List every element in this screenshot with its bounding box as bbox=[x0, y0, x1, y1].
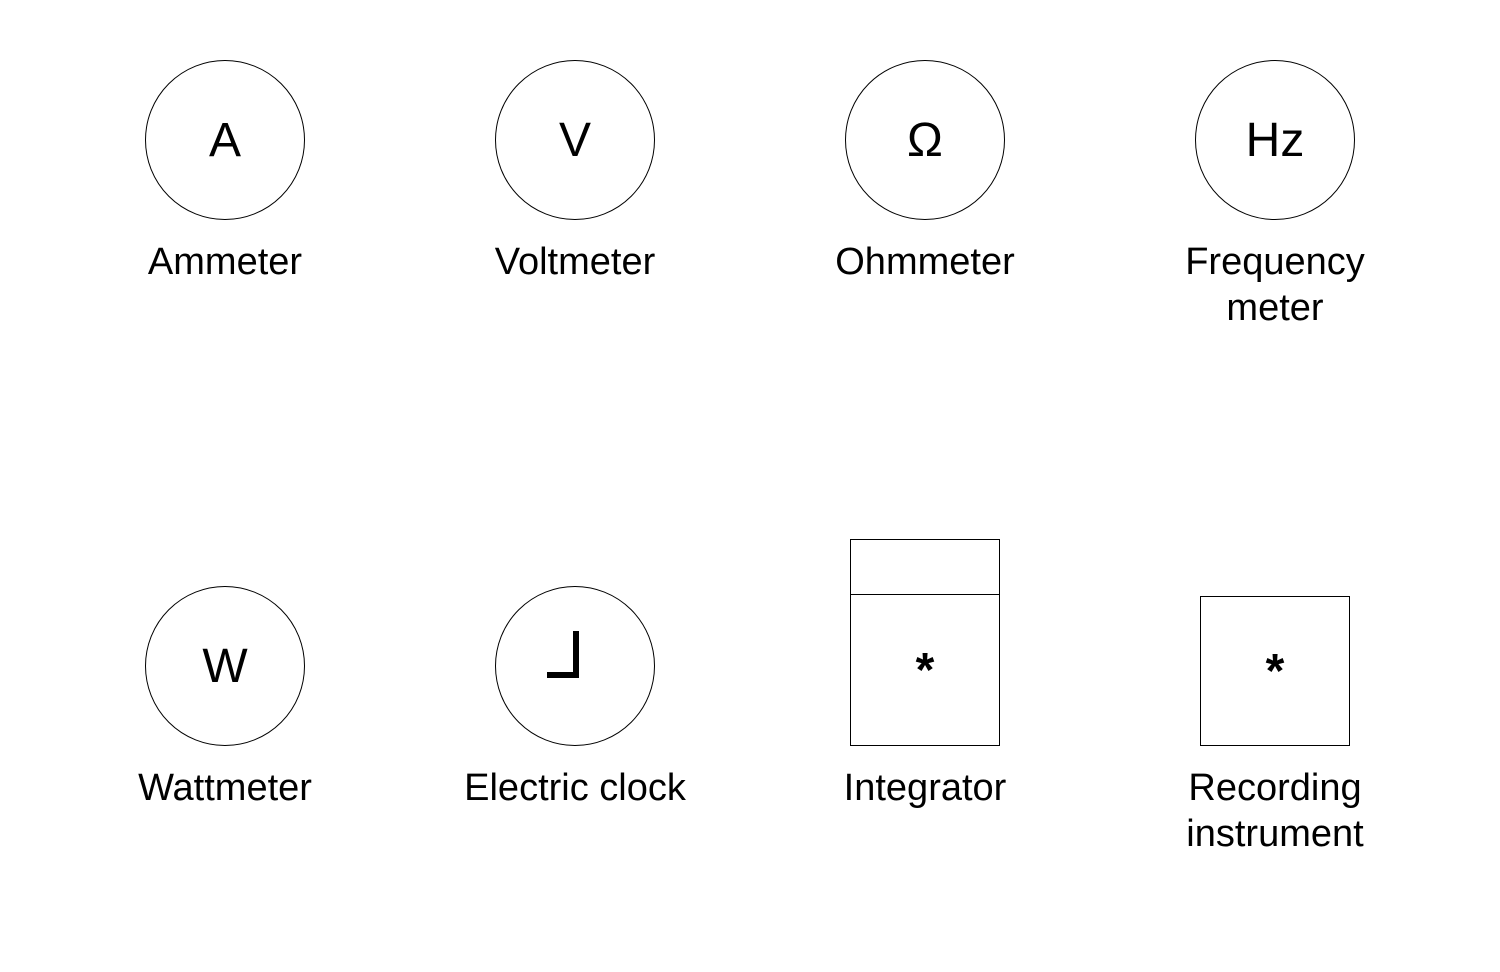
instrument-grid: A Ammeter V Voltmeter Ω Ohmmeter Hz Freq… bbox=[50, 10, 1450, 962]
integrator-top-compartment bbox=[851, 540, 999, 595]
electric-clock-label: Electric clock bbox=[464, 766, 686, 812]
voltmeter-symbol-area: V bbox=[495, 10, 655, 220]
wattmeter-cell: W Wattmeter bbox=[50, 536, 400, 962]
clock-hands-icon bbox=[540, 631, 610, 701]
ohmmeter-symbol-area: Ω bbox=[845, 10, 1005, 220]
ohmmeter-cell: Ω Ohmmeter bbox=[750, 10, 1100, 436]
frequency-meter-circle-icon: Hz bbox=[1195, 60, 1355, 220]
frequency-meter-symbol-area: Hz bbox=[1195, 10, 1355, 220]
integrator-symbol-text: * bbox=[851, 595, 999, 745]
clock-hand-horizontal bbox=[547, 672, 579, 678]
wattmeter-symbol-area: W bbox=[145, 536, 305, 746]
ammeter-symbol-area: A bbox=[145, 10, 305, 220]
ammeter-label: Ammeter bbox=[148, 240, 302, 286]
ammeter-symbol-text: A bbox=[209, 113, 241, 168]
ohmmeter-symbol-text: Ω bbox=[907, 113, 943, 168]
ohmmeter-label: Ohmmeter bbox=[835, 240, 1014, 286]
recording-instrument-symbol-area: * bbox=[1200, 536, 1350, 746]
voltmeter-circle-icon: V bbox=[495, 60, 655, 220]
electric-clock-circle-icon bbox=[495, 586, 655, 746]
integrator-box-icon: * bbox=[850, 539, 1000, 746]
integrator-cell: * Integrator bbox=[750, 536, 1100, 962]
wattmeter-circle-icon: W bbox=[145, 586, 305, 746]
voltmeter-label: Voltmeter bbox=[495, 240, 656, 286]
ammeter-circle-icon: A bbox=[145, 60, 305, 220]
frequency-meter-label: Frequency meter bbox=[1135, 240, 1415, 331]
electric-clock-cell: Electric clock bbox=[400, 536, 750, 962]
clock-hand-vertical bbox=[573, 631, 579, 673]
integrator-symbol-area: * bbox=[850, 536, 1000, 746]
ammeter-cell: A Ammeter bbox=[50, 10, 400, 436]
recorder-symbol-text: * bbox=[1266, 644, 1285, 699]
frequency-meter-cell: Hz Frequency meter bbox=[1100, 10, 1450, 436]
voltmeter-cell: V Voltmeter bbox=[400, 10, 750, 436]
wattmeter-label: Wattmeter bbox=[138, 766, 312, 812]
recording-instrument-cell: * Recording instrument bbox=[1100, 536, 1450, 962]
recorder-box-icon: * bbox=[1200, 596, 1350, 746]
frequency-meter-symbol-text: Hz bbox=[1246, 113, 1305, 168]
wattmeter-symbol-text: W bbox=[202, 639, 247, 694]
voltmeter-symbol-text: V bbox=[559, 113, 591, 168]
recording-instrument-label: Recording instrument bbox=[1135, 766, 1415, 857]
integrator-label: Integrator bbox=[844, 766, 1007, 812]
electric-clock-symbol-area bbox=[495, 536, 655, 746]
ohmmeter-circle-icon: Ω bbox=[845, 60, 1005, 220]
